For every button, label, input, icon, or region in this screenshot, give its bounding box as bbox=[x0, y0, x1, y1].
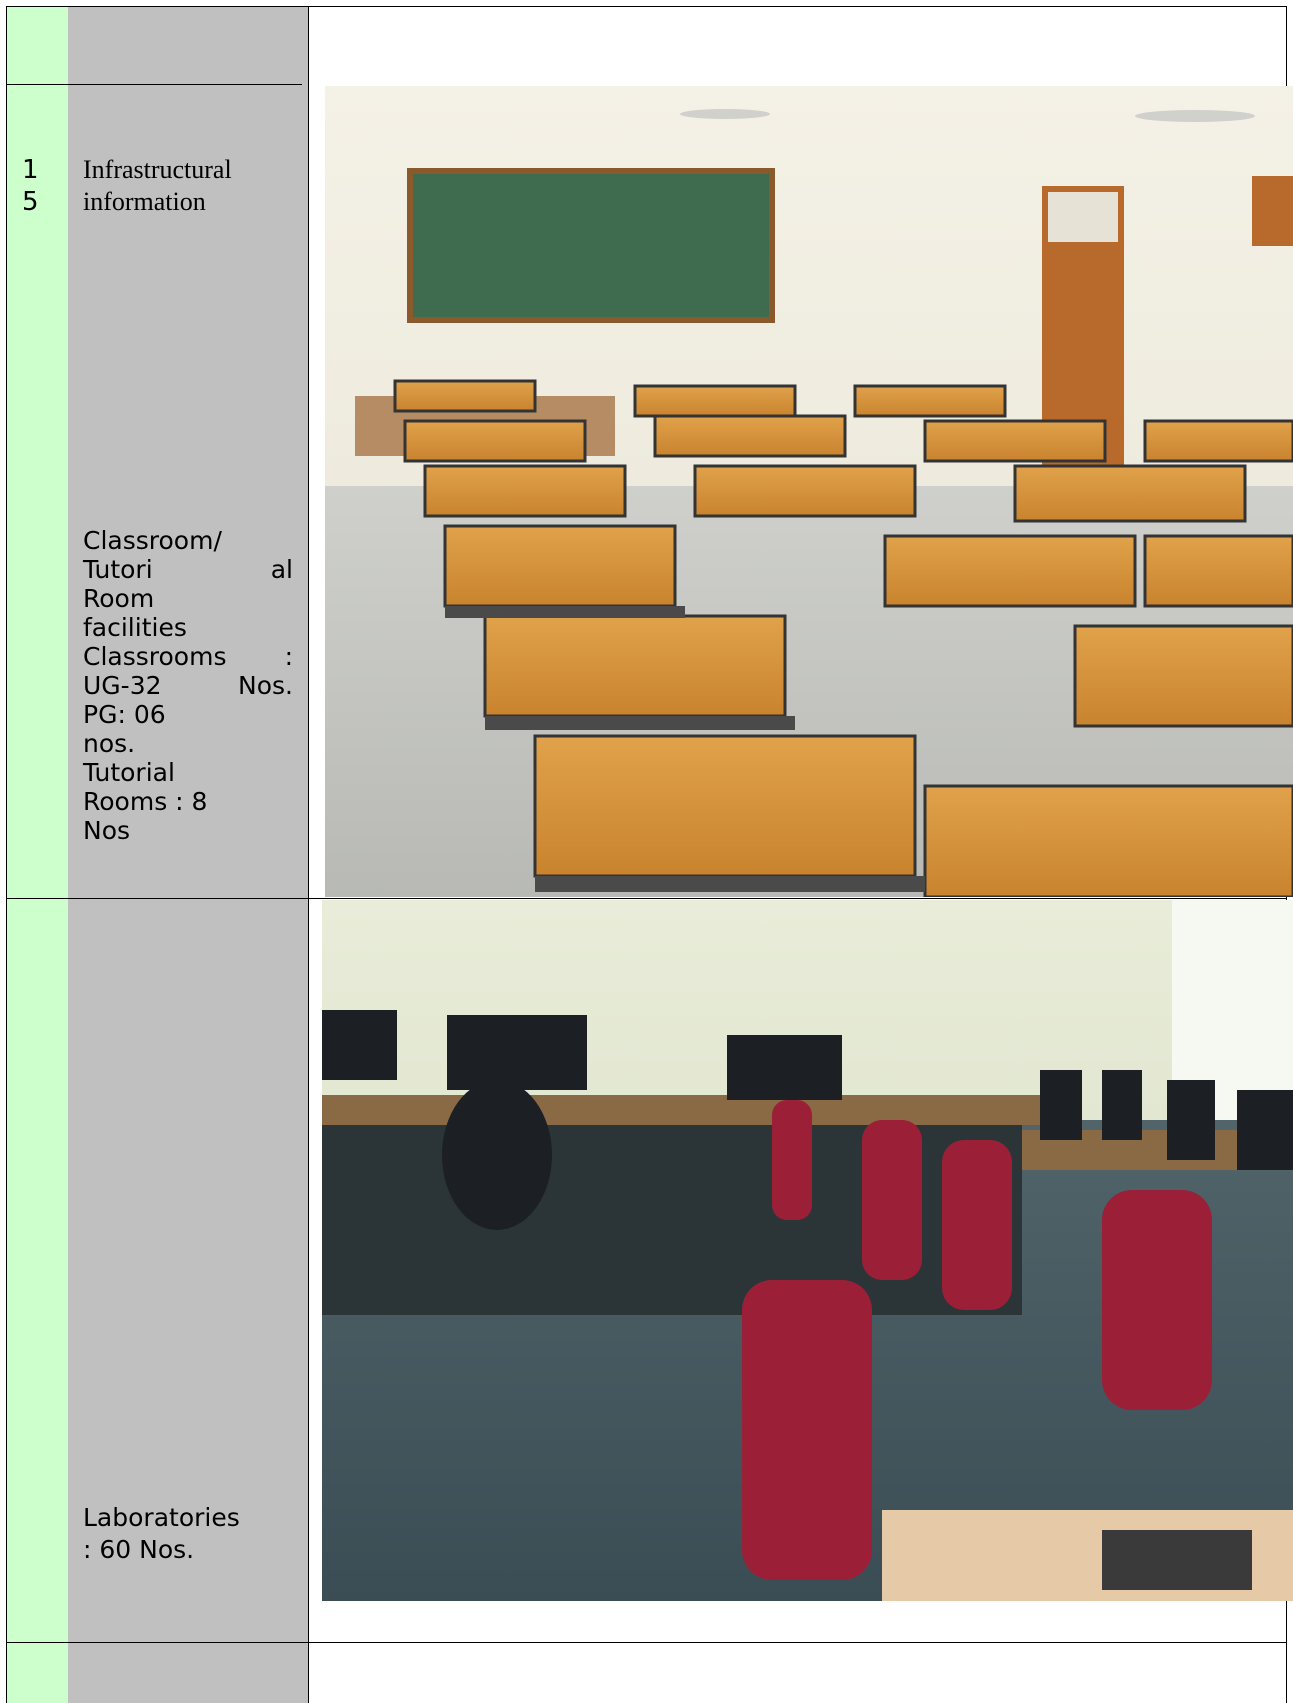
row-divider bbox=[6, 898, 1287, 899]
classroom-text-line: PG: 06 bbox=[83, 700, 166, 729]
serial-number: 1 5 bbox=[22, 155, 39, 217]
row-divider bbox=[6, 1642, 1287, 1643]
laboratories-text: Laboratories : 60 Nos. bbox=[83, 1503, 240, 1564]
classroom-text-line: Classrooms: bbox=[83, 642, 293, 671]
classroom-text-line: Classroom/ bbox=[83, 526, 222, 555]
classroom-text-line: Tutorial bbox=[83, 555, 293, 584]
table-top-border bbox=[6, 6, 1287, 7]
computer-lab-photo bbox=[322, 900, 1293, 1601]
classroom-text-line: UG-32 Nos. bbox=[83, 671, 293, 700]
section-heading: Infrastructural information bbox=[83, 155, 232, 216]
classroom-facilities-text: Classroom/Tutori al Room facilities Classroo… bbox=[83, 526, 293, 845]
classroom-text-line: Nos bbox=[83, 816, 131, 845]
classroom-text-line: facilities bbox=[83, 613, 187, 642]
classroom-text-line: Room bbox=[83, 584, 155, 613]
serial-column bbox=[6, 6, 69, 1703]
row-divider bbox=[6, 84, 302, 85]
label-column bbox=[68, 6, 309, 1703]
classroom-photo bbox=[325, 86, 1293, 897]
classroom-text-line: Tutorial bbox=[83, 758, 175, 787]
classroom-text-line: nos. bbox=[83, 729, 136, 758]
classroom-text-line: Rooms : 8 bbox=[83, 787, 208, 816]
